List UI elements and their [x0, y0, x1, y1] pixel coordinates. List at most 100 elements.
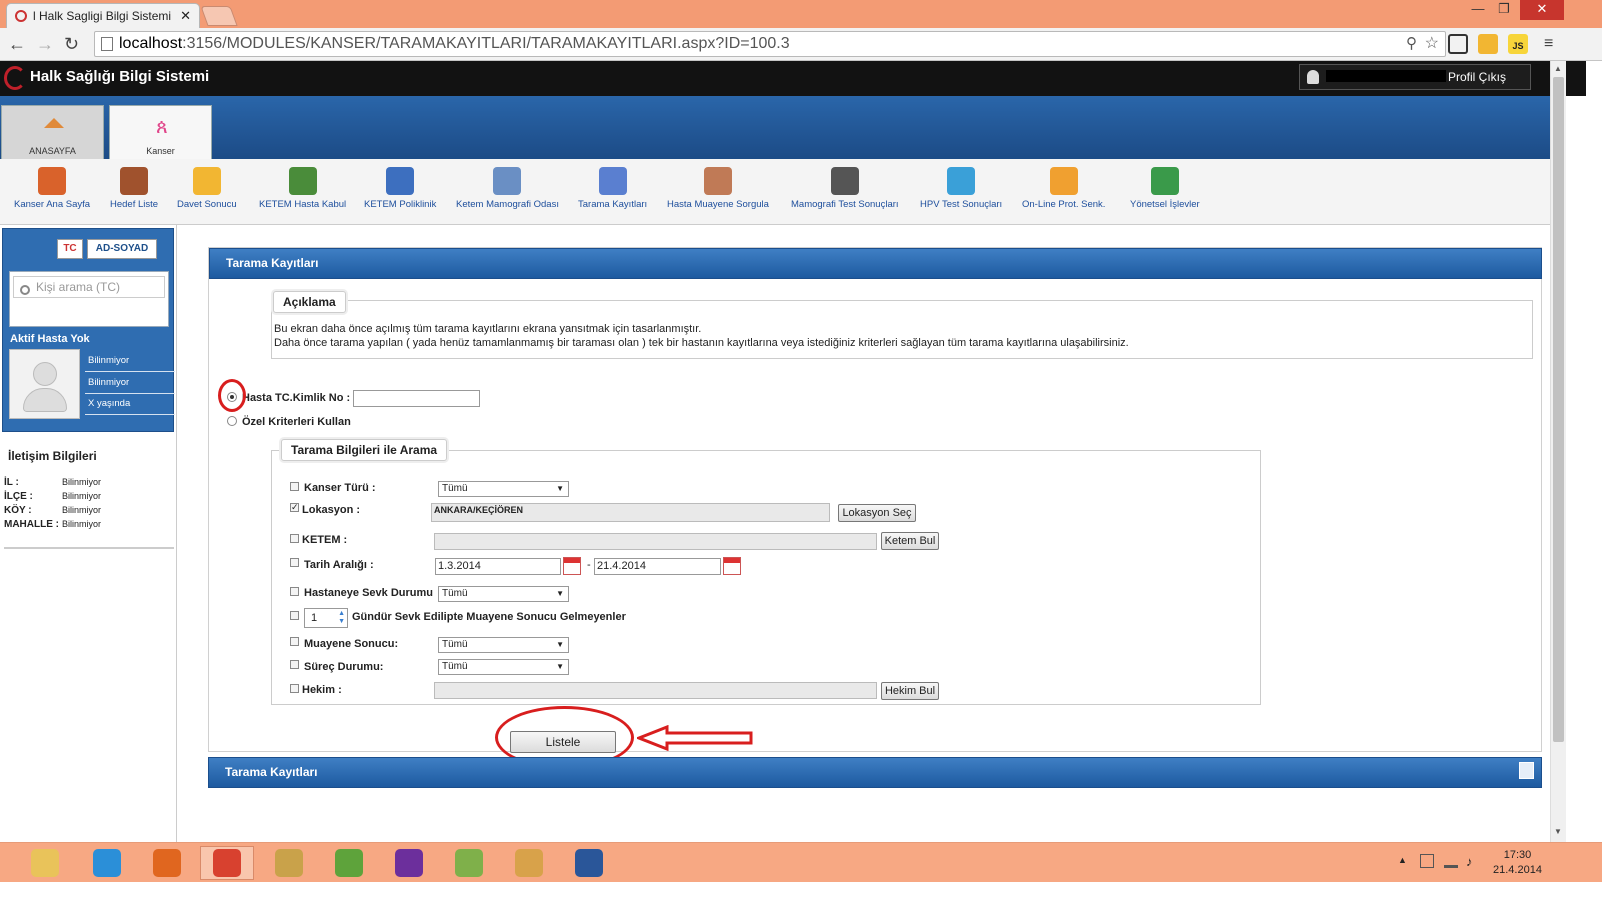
tarama-panel: Tarama Kayıtları Açıklama Bu ekran daha …	[208, 247, 1542, 769]
taskbar-tools[interactable]	[262, 846, 316, 880]
surec-select[interactable]: Tümü ▼	[438, 659, 569, 675]
tool-kanser-ana-sayfa[interactable]: Kanser Ana Sayfa	[14, 167, 90, 210]
module-tab-anasayfa[interactable]: ANASAYFA	[1, 105, 104, 159]
taskbar-chrome[interactable]	[200, 846, 254, 880]
results-header: Tarama Kayıtları	[208, 757, 1542, 788]
taskbar-paint[interactable]	[502, 846, 556, 880]
taskbar-folder[interactable]	[18, 846, 72, 880]
back-icon[interactable]: ←	[8, 34, 26, 54]
folder-icon	[31, 849, 59, 877]
patient-search-panel: TC AD-SOYAD Kişi arama (TC) Aktif Hasta …	[2, 228, 175, 432]
tools-icon	[275, 849, 303, 877]
close-window-icon[interactable]: ✕	[1520, 0, 1564, 20]
tarih-label: Tarih Aralığı :	[304, 559, 374, 571]
tray-volume-icon[interactable]: ♪	[1466, 854, 1473, 869]
annotation-arrow-icon	[637, 725, 753, 751]
tool-ketem-poliklinik[interactable]: KETEM Poliklinik	[364, 167, 436, 210]
segment-tc[interactable]: TC	[57, 239, 83, 259]
muayene-select[interactable]: Tümü ▼	[438, 637, 569, 653]
hekim-bul-button[interactable]: Hekim Bul	[881, 682, 939, 700]
gun-checkbox[interactable]	[290, 611, 299, 620]
tool-hedef-liste[interactable]: Hedef Liste	[110, 167, 158, 210]
tool-online-prot-senk[interactable]: On-Line Prot. Senk.	[1022, 167, 1105, 210]
taskbar-word[interactable]	[562, 846, 616, 880]
hekim-checkbox[interactable]	[290, 684, 299, 693]
tool-ketem-hasta-kabul[interactable]: KETEM Hasta Kabul	[259, 167, 346, 210]
surec-checkbox[interactable]	[290, 660, 299, 669]
segment-ad-soyad[interactable]: AD-SOYAD	[87, 239, 157, 259]
sevk-checkbox[interactable]	[290, 587, 299, 596]
pie-chart-icon	[1150, 167, 1179, 195]
minimize-icon[interactable]: —	[1466, 0, 1490, 20]
tarih-to-input[interactable]: 21.4.2014	[594, 558, 721, 575]
calendar-to-icon[interactable]	[723, 557, 741, 575]
reload-icon[interactable]: ↻	[64, 34, 79, 54]
tool-yonetsel-islevler[interactable]: Yönetsel İşlevler	[1130, 167, 1200, 210]
tarih-checkbox[interactable]	[290, 558, 299, 567]
menu-icon[interactable]: ≡	[1544, 34, 1553, 54]
tool-ketem-mamografi-odasi[interactable]: Ketem Mamografi Odası	[456, 167, 559, 210]
tool-davet-sonucu[interactable]: Davet Sonucu	[177, 167, 237, 210]
contact-row: İL : Bilinmiyor	[4, 477, 102, 488]
calendar-from-icon[interactable]	[563, 557, 581, 575]
radio-ozel-kriter[interactable]	[227, 416, 237, 426]
gun-stepper[interactable]: 1 ▲ ▼	[304, 608, 348, 628]
stethoscope-icon	[386, 167, 415, 195]
tc-input[interactable]	[353, 390, 480, 407]
extension-icon[interactable]	[1448, 34, 1468, 54]
sevk-select[interactable]: Tümü ▼	[438, 586, 569, 602]
browser-tab[interactable]: l Halk Sagligi Bilgi Sistemi ✕	[6, 3, 200, 28]
annotation-circle	[218, 379, 246, 412]
restore-icon[interactable]: ❐	[1492, 0, 1516, 20]
tab-close-icon[interactable]: ✕	[180, 8, 191, 24]
redacted-username	[1326, 70, 1446, 82]
vertical-scrollbar[interactable]: ▲ ▼	[1550, 61, 1566, 842]
doctor-search-icon	[703, 167, 732, 195]
profile-logout-links[interactable]: Profil Çıkış	[1448, 65, 1506, 89]
kanser-turu-select[interactable]: Tümü ▼	[438, 481, 569, 497]
lokasyon-checkbox[interactable]: ✓	[290, 503, 299, 512]
export-icon[interactable]	[1519, 762, 1534, 779]
module-tab-kanser[interactable]: ጰ Kanser	[109, 105, 212, 159]
stepper-arrows-icon: ▲ ▼	[338, 610, 345, 625]
avatar-head-icon	[33, 362, 57, 386]
ketem-input[interactable]	[434, 533, 877, 550]
taskbar: ▲ ♪ 17:30 21.4.2014	[0, 842, 1602, 882]
tray-network-icon[interactable]	[1444, 854, 1458, 868]
bookmark-star-icon[interactable]: ☆	[1425, 32, 1439, 56]
zoom-search-icon[interactable]: ⚲	[1406, 32, 1417, 56]
kanser-turu-checkbox[interactable]	[290, 482, 299, 491]
forward-icon[interactable]: →	[36, 34, 54, 54]
new-tab-button[interactable]	[200, 6, 238, 26]
tool-hasta-muayene-sorgula[interactable]: Hasta Muayene Sorgula	[667, 167, 769, 210]
tool-tarama-kayitlari[interactable]: Tarama Kayıtları	[578, 167, 647, 210]
tool-hpv-test-sonuclari[interactable]: HPV Test Sonuçları	[920, 167, 1002, 210]
module-tab-label: Kanser	[146, 146, 175, 156]
contact-row: MAHALLE : Bilinmiyor	[4, 519, 102, 530]
muayene-checkbox[interactable]	[290, 637, 299, 646]
address-bar[interactable]: localhost:3156/MODULES/KANSER/TARAMAKAYI…	[94, 31, 1446, 57]
js-extension-icon[interactable]: JS	[1508, 34, 1528, 54]
taskbar-frog[interactable]	[322, 846, 376, 880]
clock[interactable]: 17:30 21.4.2014	[1493, 848, 1542, 878]
radio-ozel-kriter-label: Özel Kriterleri Kullan	[242, 416, 351, 428]
tool-mamografi-test-sonuclari[interactable]: Mamografi Test Sonuçları	[791, 167, 899, 210]
tarih-separator: -	[587, 559, 591, 571]
taskbar-visual-studio[interactable]	[382, 846, 436, 880]
ketem-checkbox[interactable]	[290, 534, 299, 543]
ketem-bul-button[interactable]: Ketem Bul	[881, 532, 939, 550]
tray-arrow-icon[interactable]: ▲	[1398, 855, 1407, 865]
clock-time: 17:30	[1503, 849, 1532, 861]
taskbar-ie[interactable]	[80, 846, 134, 880]
taskbar-firefox[interactable]	[140, 846, 194, 880]
patient-search-input[interactable]: Kişi arama (TC)	[13, 276, 165, 298]
criteria-legend: Tarama Bilgileri ile Arama	[281, 439, 448, 461]
scroll-thumb[interactable]	[1553, 77, 1564, 742]
lokasyon-sec-button[interactable]: Lokasyon Seç	[838, 504, 916, 522]
taskbar-chart-app[interactable]	[442, 846, 496, 880]
pencil-extension-icon[interactable]	[1478, 34, 1498, 54]
tray-flag-icon[interactable]	[1420, 854, 1434, 868]
tarih-from-input[interactable]: 1.3.2014	[435, 558, 561, 575]
paint-icon	[515, 849, 543, 877]
hekim-input[interactable]	[434, 682, 877, 699]
